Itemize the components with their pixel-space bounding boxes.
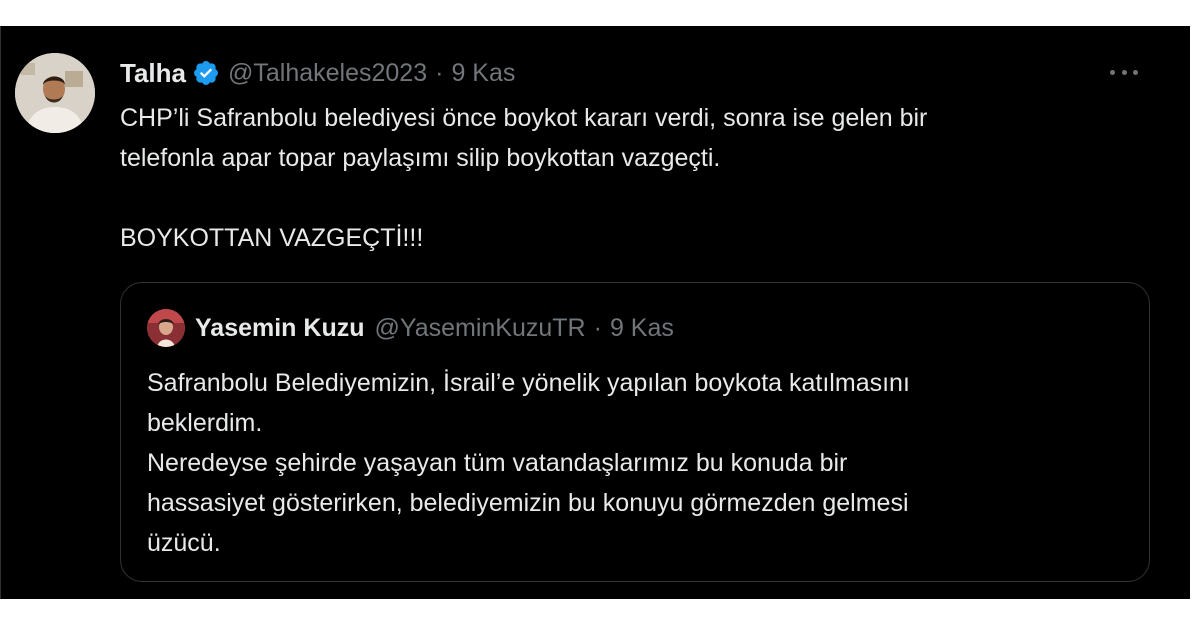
quoted-tweet[interactable]: Yasemin Kuzu @YaseminKuzuTR · 9 Kas Safr… bbox=[120, 282, 1150, 582]
tweet-date[interactable]: 9 Kas bbox=[451, 59, 515, 88]
quoted-text-line: beklerdim. bbox=[147, 409, 263, 437]
quoted-tweet-date[interactable]: 9 Kas bbox=[610, 314, 674, 343]
more-dot bbox=[1121, 69, 1127, 75]
quoted-avatar-image bbox=[147, 309, 185, 347]
verified-badge-icon bbox=[194, 61, 218, 85]
tweet-card[interactable]: Talha @Talhakeles2023 · 9 Kas CHP’li Saf… bbox=[0, 26, 1190, 599]
author-avatar[interactable] bbox=[15, 53, 95, 133]
author-handle[interactable]: @Talhakeles2023 bbox=[228, 59, 427, 88]
more-dot bbox=[1110, 69, 1115, 75]
quoted-text-line: Safranbolu Belediyemizin, İsrail’e yönel… bbox=[147, 369, 910, 397]
tweet-text-line: CHP’li Safranbolu belediyesi önce boykot… bbox=[120, 104, 928, 132]
quoted-author-avatar[interactable] bbox=[147, 309, 185, 347]
more-options-icon[interactable] bbox=[1106, 62, 1142, 82]
author-name[interactable]: Talha bbox=[120, 58, 186, 89]
tweet-text-line: BOYKOTTAN VAZGEÇTİ!!! bbox=[120, 224, 424, 252]
quoted-header-separator: · bbox=[593, 313, 602, 342]
quoted-text-line: Neredeyse şehirde yaşayan tüm vatandaşla… bbox=[147, 449, 848, 477]
author-avatar-image bbox=[15, 53, 95, 133]
more-dot bbox=[1133, 69, 1138, 75]
header-separator: · bbox=[435, 58, 444, 87]
tweet-header: Talha @Talhakeles2023 · 9 Kas bbox=[120, 56, 515, 90]
tweet-text-line: telefonla apar topar paylaşımı silip boy… bbox=[120, 144, 721, 172]
quoted-text-line: üzücü. bbox=[147, 529, 221, 557]
tweet-text: CHP’li Safranbolu belediyesi önce boykot… bbox=[120, 98, 1130, 258]
quoted-tweet-header: Yasemin Kuzu @YaseminKuzuTR · 9 Kas bbox=[195, 311, 674, 345]
quoted-author-name[interactable]: Yasemin Kuzu bbox=[195, 314, 365, 343]
quoted-author-handle[interactable]: @YaseminKuzuTR bbox=[375, 314, 586, 343]
quoted-tweet-text: Safranbolu Belediyemizin, İsrail’e yönel… bbox=[147, 363, 1127, 563]
quoted-text-line: hassasiyet gösterirken, belediyemizin bu… bbox=[147, 489, 909, 517]
